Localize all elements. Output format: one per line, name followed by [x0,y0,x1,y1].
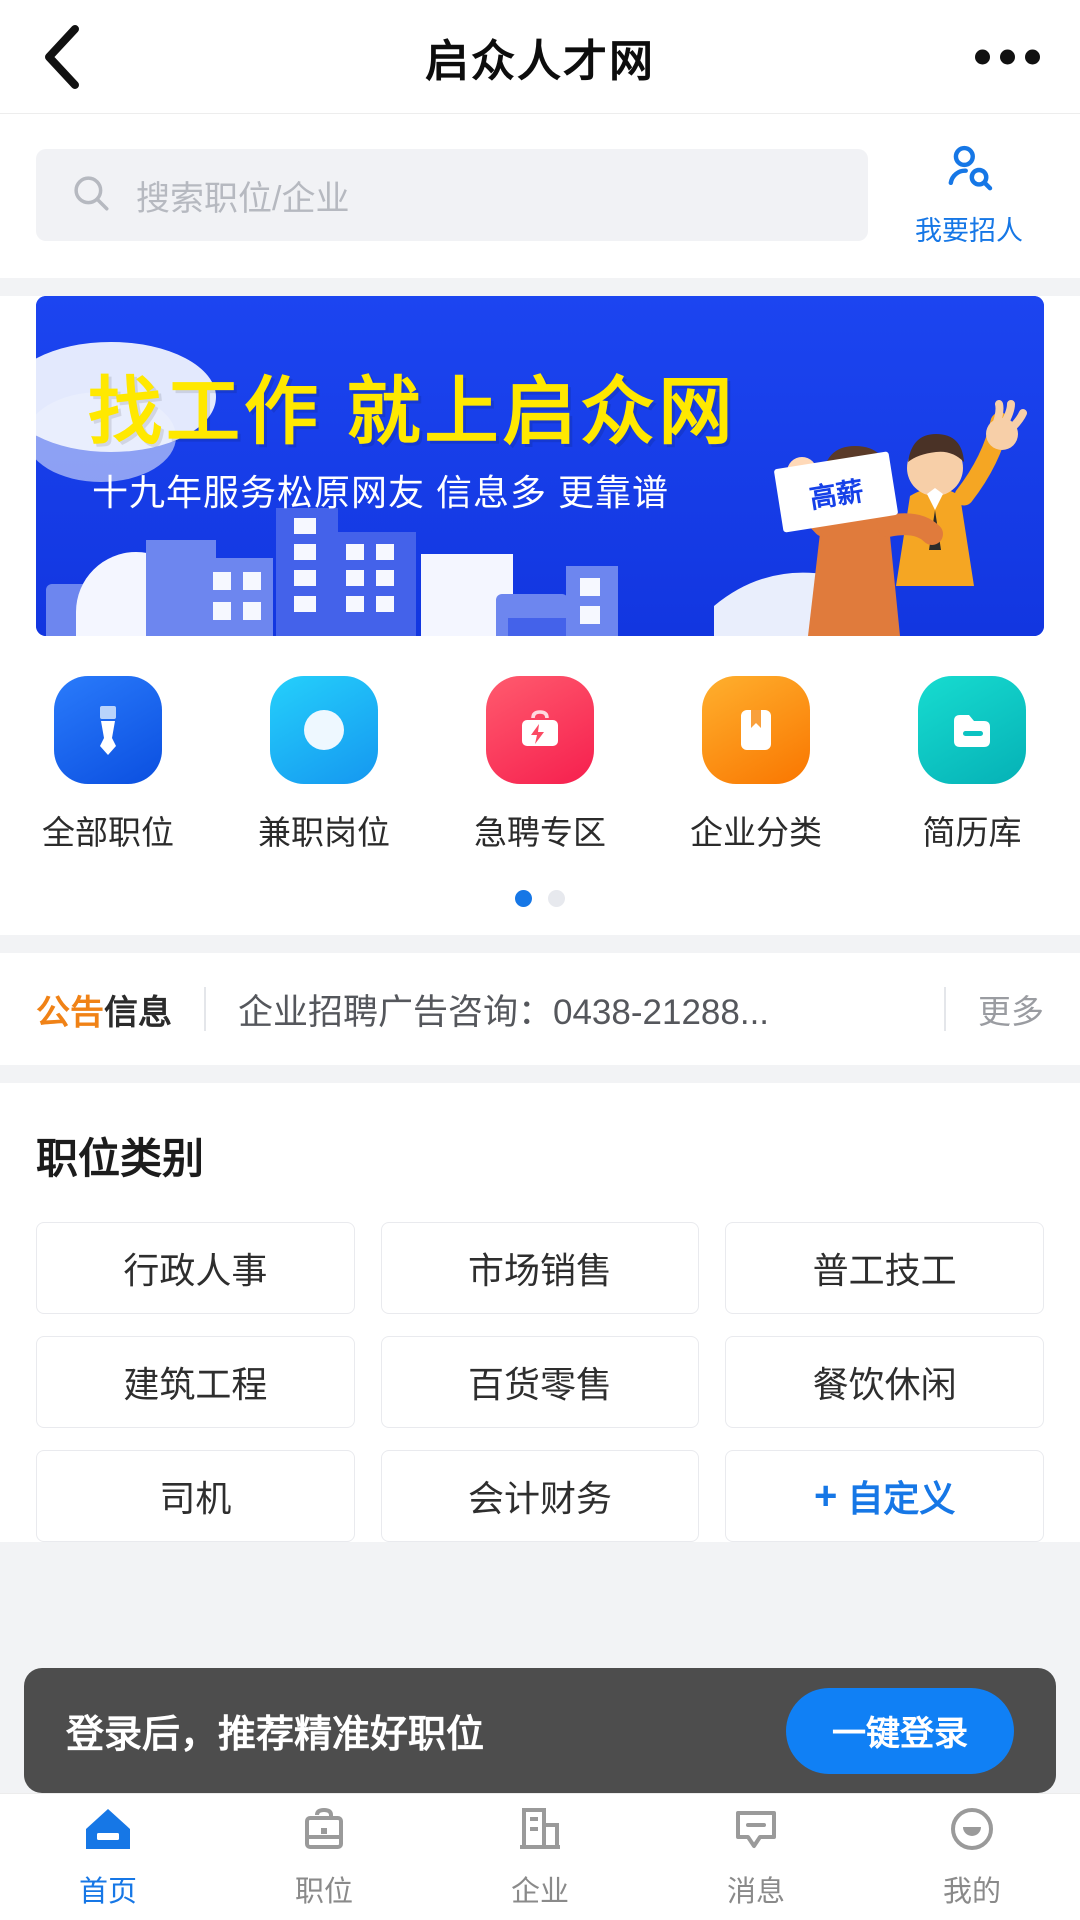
banner-subtitle: 十九年服务松原网友 信息多 更靠谱 [92,472,670,513]
category-chip[interactable]: 普工技工 [725,1222,1044,1314]
building-shape [566,566,618,636]
message-icon [730,1805,782,1858]
folder-icon [918,676,1026,784]
home-icon [82,1805,134,1858]
section-title: 职位类别 [36,1135,205,1182]
promo-banner[interactable]: 找工作 就上启众网 十九年服务松原网友 信息多 更靠谱 高薪 [36,296,1044,636]
nav-bar: 启众人才网 [0,0,1080,114]
search-row: 搜索职位/企业 我要招人 [0,114,1080,278]
announcement-more-link[interactable]: 更多 [978,985,1044,1033]
briefcase-bolt-icon [486,676,594,784]
category-grid: 行政人事 市场销售 普工技工 建筑工程 百货零售 餐饮休闲 司机 会计财务 + … [36,1222,1044,1542]
job-category-section: 职位类别 行政人事 市场销售 普工技工 建筑工程 百货零售 餐饮休闲 司机 会计… [0,1083,1080,1542]
quick-entry-urgent[interactable]: 急聘专区 [432,676,648,854]
tab-label: 职位 [294,1875,353,1908]
announcement-tag-rest: 信息 [104,993,172,1032]
building-shape [508,618,568,636]
pagination-dot[interactable] [548,890,565,907]
quick-entry-label: 兼职岗位 [258,814,390,851]
carousel-pagination [0,854,1080,925]
category-chip-custom[interactable]: + 自定义 [725,1450,1044,1542]
tie-icon [54,676,162,784]
briefcase-icon [298,1805,350,1858]
quick-entry-company-category[interactable]: 企业分类 [648,676,864,854]
banner-title: 找工作 就上启众网 [88,370,737,453]
quick-entry-label: 简历库 [922,814,1022,851]
person-search-icon [941,142,997,203]
one-click-login-button[interactable]: 一键登录 [786,1687,1014,1774]
category-chip[interactable]: 市场销售 [380,1222,700,1314]
tab-label: 首页 [78,1875,137,1908]
category-chip[interactable]: 百货零售 [380,1336,700,1428]
recruit-button[interactable]: 我要招人 [894,142,1044,248]
quick-entry-label: 企业分类 [690,814,822,851]
quick-entry-label: 急聘专区 [474,814,606,851]
category-chip[interactable]: 司机 [36,1450,355,1542]
login-prompt-text: 登录后，推荐精准好职位 [66,1714,485,1756]
divider [944,987,946,1031]
section-gap-2 [0,935,1080,953]
plus-icon: + [813,1473,838,1518]
pagination-dot-active[interactable] [515,890,532,907]
more-button[interactable] [975,49,1040,64]
back-button[interactable] [34,24,90,89]
tab-label: 我的 [942,1875,1001,1908]
quick-entry-parttime[interactable]: 兼职岗位 [216,676,432,854]
tab-jobs[interactable]: 职位 [216,1794,432,1920]
announcement-bar[interactable]: 公告信息 企业招聘广告咨询：0438-21288... 更多 [0,953,1080,1065]
quick-entry-section: 全部职位 兼职岗位 急聘专区 企业分类 简历库 [0,636,1080,935]
banner-section: 找工作 就上启众网 十九年服务松原网友 信息多 更靠谱 高薪 [0,296,1080,636]
tab-companies[interactable]: 企业 [432,1794,648,1920]
announcement-text: 企业招聘广告咨询：0438-21288... [238,992,770,1032]
category-chip[interactable]: 餐饮休闲 [725,1336,1044,1428]
user-circle-icon [946,1805,998,1858]
compass-icon [270,676,378,784]
tab-home[interactable]: 首页 [0,1794,216,1920]
search-icon [70,172,112,219]
building-shape [201,558,273,636]
quick-entry-row: 全部职位 兼职岗位 急聘专区 企业分类 简历库 [0,676,1080,854]
building-icon [514,1805,566,1858]
chevron-left-icon [42,24,82,89]
category-chip[interactable]: 会计财务 [380,1450,700,1542]
announcement-tag-highlight: 公告 [36,993,104,1032]
search-input[interactable]: 搜索职位/企业 [36,149,868,241]
tab-profile[interactable]: 我的 [864,1794,1080,1920]
tab-messages[interactable]: 消息 [648,1794,864,1920]
more-horizontal-icon [975,49,1040,64]
section-gap-1 [0,278,1080,296]
quick-entry-resume-bank[interactable]: 简历库 [864,676,1080,854]
section-gap-3 [0,1065,1080,1083]
bottom-tab-bar: 首页 职位 企业 消息 我的 [0,1793,1080,1920]
announcement-tag: 公告信息 [36,985,172,1034]
search-placeholder: 搜索职位/企业 [136,179,350,218]
category-chip[interactable]: 行政人事 [36,1222,355,1314]
divider [204,987,206,1031]
page-title: 启众人才网 [425,36,655,86]
building-shape [336,532,416,636]
category-chip-custom-label: 自定义 [847,1478,956,1519]
quick-entry-label: 全部职位 [42,814,174,851]
bookmark-book-icon [702,676,810,784]
tab-label: 消息 [726,1875,785,1908]
building-shape [276,508,338,636]
quick-entry-all-jobs[interactable]: 全部职位 [0,676,216,854]
category-chip[interactable]: 建筑工程 [36,1336,355,1428]
tab-label: 企业 [510,1875,569,1908]
recruit-label: 我要招人 [915,216,1023,246]
login-prompt-bar: 登录后，推荐精准好职位 一键登录 [24,1668,1056,1793]
